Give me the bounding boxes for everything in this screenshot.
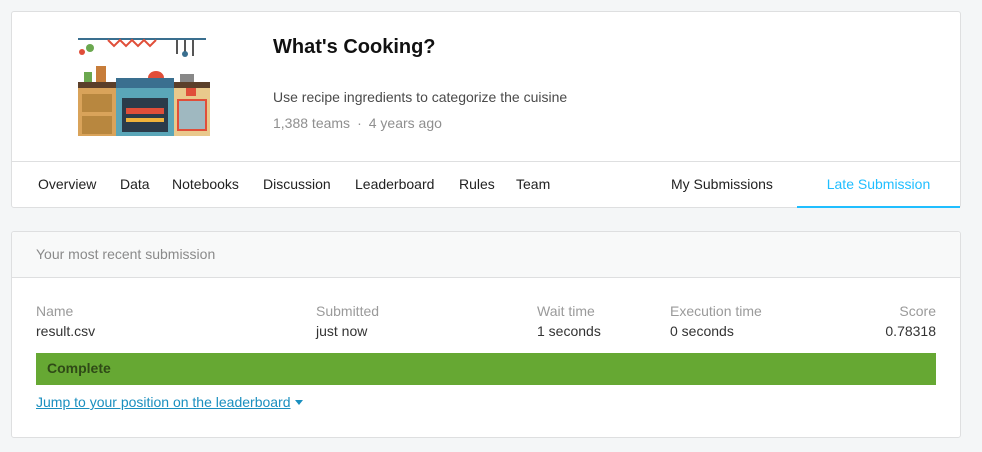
tab-rules[interactable]: Rules	[459, 162, 495, 208]
jump-to-leaderboard-link[interactable]: Jump to your position on the leaderboard	[36, 394, 303, 410]
kitchen-illustration-icon	[78, 38, 210, 136]
submission-name-column: Name result.csv	[36, 303, 95, 339]
execution-time-value: 0 seconds	[670, 323, 734, 339]
competition-title: What's Cooking?	[273, 36, 436, 58]
jump-link-label: Jump to your position on the leaderboard	[36, 394, 291, 410]
execution-time-label: Execution time	[670, 303, 762, 319]
name-value: result.csv	[36, 323, 96, 339]
score-value: 0.78318	[885, 323, 936, 339]
competition-header: What's Cooking? Use recipe ingredients t…	[11, 11, 961, 208]
submitted-value: just now	[316, 323, 368, 339]
submission-execution-column: Execution time 0 seconds	[670, 303, 762, 339]
competition-subtitle: Use recipe ingredients to categorize the…	[273, 89, 568, 105]
meta-separator: ·	[357, 115, 362, 131]
tab-notebooks[interactable]: Notebooks	[172, 162, 239, 208]
submission-wait-column: Wait time 1 seconds	[537, 303, 601, 339]
name-label: Name	[36, 303, 74, 319]
tab-team[interactable]: Team	[516, 162, 550, 208]
submission-submitted-column: Submitted just now	[316, 303, 379, 339]
caret-down-icon	[294, 400, 303, 405]
tab-overview[interactable]: Overview	[38, 162, 96, 208]
submitted-label: Submitted	[316, 303, 380, 319]
submission-status-bar: Complete	[36, 353, 936, 385]
tab-my-submissions[interactable]: My Submissions	[671, 162, 773, 208]
competition-age: 4 years ago	[368, 115, 442, 131]
competition-hero: What's Cooking? Use recipe ingredients t…	[12, 12, 960, 161]
recent-submission-header: Your most recent submission	[12, 232, 960, 278]
wait-time-label: Wait time	[537, 303, 595, 319]
status-text: Complete	[47, 360, 111, 376]
tab-discussion[interactable]: Discussion	[263, 162, 331, 208]
tab-late-submission[interactable]: Late Submission	[797, 162, 960, 208]
score-label: Score	[899, 303, 936, 319]
recent-submission-card: Your most recent submission Name result.…	[11, 231, 961, 438]
competition-tabs: Overview Data Notebooks Discussion Leade…	[12, 161, 960, 208]
recent-submission-heading: Your most recent submission	[36, 246, 216, 262]
submission-score-column: Score 0.78318	[885, 303, 936, 339]
tab-data[interactable]: Data	[120, 162, 150, 208]
tab-leaderboard[interactable]: Leaderboard	[355, 162, 434, 208]
team-count: 1,388 teams	[273, 115, 351, 131]
wait-time-value: 1 seconds	[537, 323, 601, 339]
competition-meta: 1,388 teams · 4 years ago	[273, 115, 442, 131]
